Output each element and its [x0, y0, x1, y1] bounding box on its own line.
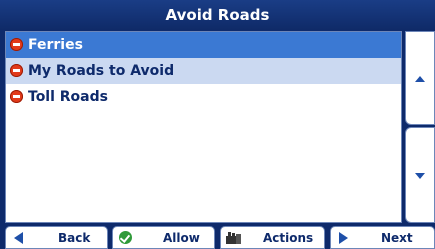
actions-button[interactable]: Actions [220, 226, 325, 249]
avoid-roads-list: Ferries My Roads to Avoid Toll Roads [5, 31, 402, 223]
next-button[interactable]: Next [330, 226, 435, 249]
bottom-toolbar: Back Allow Actions Next [0, 226, 435, 249]
list-item-label: Toll Roads [28, 89, 108, 105]
actions-icon [226, 232, 241, 244]
title-bar: Avoid Roads [0, 0, 435, 30]
scroll-up-button[interactable] [405, 31, 435, 125]
avoid-icon [10, 64, 23, 77]
page-title: Avoid Roads [165, 6, 270, 24]
scroll-down-button[interactable] [405, 127, 435, 223]
back-button[interactable]: Back [5, 226, 108, 249]
list-item-ferries[interactable]: Ferries [6, 32, 401, 58]
back-label: Back [58, 231, 91, 245]
check-icon [119, 231, 132, 244]
list-item-toll-roads[interactable]: Toll Roads [6, 84, 401, 110]
avoid-icon [10, 90, 23, 103]
avoid-roads-screen: Avoid Roads Ferries My Roads to Avoid To… [0, 0, 435, 249]
list-item-my-roads-to-avoid[interactable]: My Roads to Avoid [6, 58, 401, 84]
list-item-label: My Roads to Avoid [28, 63, 175, 79]
actions-label: Actions [263, 231, 314, 245]
avoid-icon [10, 38, 23, 51]
list-item-label: Ferries [28, 37, 83, 53]
allow-label: Allow [163, 231, 200, 245]
next-label: Next [381, 231, 413, 245]
arrow-up-icon [415, 76, 425, 82]
arrow-down-icon [415, 173, 425, 179]
back-arrow-icon [14, 232, 23, 244]
next-arrow-icon [339, 232, 348, 244]
allow-button[interactable]: Allow [112, 226, 215, 249]
